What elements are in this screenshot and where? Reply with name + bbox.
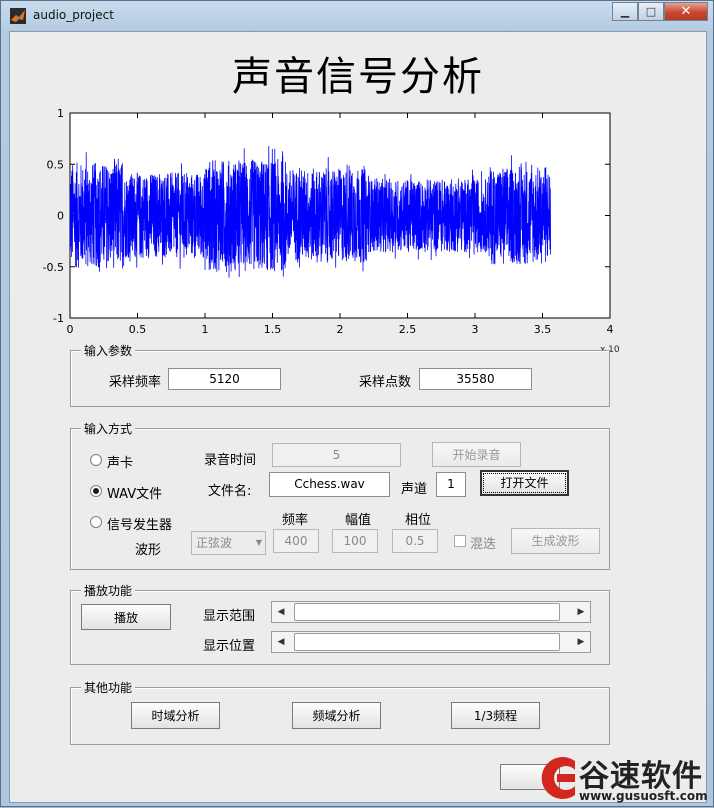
title-bar[interactable]: audio_project ▁ □ ✕ <box>1 1 713 29</box>
chevron-down-icon: ▼ <box>255 538 262 547</box>
other-functions-panel: 其他功能 时域分析 频域分析 1/3频程 <box>70 679 610 745</box>
radio-signal-generator[interactable] <box>90 516 102 528</box>
octave-analysis-button[interactable]: 1/3频程 <box>451 702 540 729</box>
mix-checkbox[interactable] <box>454 535 466 547</box>
x-tick-label: 1.5 <box>264 323 282 336</box>
display-position-thumb[interactable] <box>294 633 560 651</box>
play-button[interactable]: 播放 <box>81 604 171 630</box>
display-range-thumb[interactable] <box>294 603 560 621</box>
display-position-label: 显示位置 <box>203 639 256 654</box>
scroll-left-icon[interactable]: ◀ <box>274 602 288 622</box>
time-domain-analysis-button[interactable]: 时域分析 <box>131 702 220 729</box>
x-tick-label: 0 <box>67 323 74 336</box>
x-tick-label: 2 <box>337 323 344 336</box>
x-tick-label: 4 <box>607 323 614 336</box>
watermark-url: www.gusuosft.com <box>579 789 708 803</box>
open-file-button[interactable]: 打开文件 <box>480 470 569 496</box>
sample-points-field[interactable]: 35580 <box>419 368 532 390</box>
playback-panel: 播放功能 播放 显示范围 ◀ ▶ 显示位置 ◀ ▶ <box>70 582 610 665</box>
y-tick-label: 0.5 <box>47 158 65 171</box>
record-time-label: 录音时间 <box>204 453 257 468</box>
waveform-chart: WAVE 00.511.522.533.5410.50-0.5-1 x 10⁴ <box>43 107 620 352</box>
phase-label: 相位 <box>405 513 432 528</box>
close-icon: ✕ <box>680 4 692 19</box>
display-range-slider[interactable]: ◀ ▶ <box>271 601 591 623</box>
filename-label: 文件名: <box>208 484 252 499</box>
x-tick-label: 3.5 <box>534 323 552 336</box>
option-sound-card-label: 声卡 <box>107 456 134 471</box>
sample-rate-field[interactable]: 5120 <box>168 368 281 390</box>
maximize-button[interactable]: □ <box>638 2 664 21</box>
gusu-logo-icon <box>541 757 575 799</box>
waveform-label: 波形 <box>135 543 162 558</box>
y-tick-label: 0 <box>57 210 64 223</box>
y-tick-label: -0.5 <box>43 261 64 274</box>
matlab-icon <box>10 8 26 24</box>
chart-title: WAVE <box>324 107 356 110</box>
channel-field[interactable]: 1 <box>436 472 466 497</box>
radio-sound-card[interactable] <box>90 454 102 466</box>
option-wav-file-label: WAV文件 <box>107 487 163 502</box>
input-params-legend: 输入参数 <box>81 342 136 359</box>
record-time-field[interactable]: 5 <box>272 443 401 467</box>
display-position-slider[interactable]: ◀ ▶ <box>271 631 591 653</box>
input-mode-panel: 输入方式 声卡 WAV文件 信号发生器 录音时间 5 开始录音 文件名: Cch… <box>70 420 610 570</box>
phase-field[interactable]: 0.5 <box>392 529 438 553</box>
sample-points-label: 采样点数 <box>359 375 412 390</box>
input-mode-legend: 输入方式 <box>81 420 136 437</box>
minimize-button[interactable]: ▁ <box>612 2 638 21</box>
window-title: audio_project <box>33 8 114 22</box>
x-tick-label: 1 <box>202 323 209 336</box>
x-tick-label: 2.5 <box>399 323 417 336</box>
close-button[interactable]: ✕ <box>664 2 708 21</box>
input-params-panel: 输入参数 采样频率 5120 采样点数 35580 <box>70 342 610 407</box>
other-functions-legend: 其他功能 <box>81 679 136 696</box>
maximize-icon: □ <box>645 5 657 18</box>
mix-label: 混迭 <box>470 537 497 552</box>
option-signal-generator-label: 信号发生器 <box>107 518 173 533</box>
start-record-button[interactable]: 开始录音 <box>432 442 521 467</box>
amplitude-label: 幅值 <box>345 513 372 528</box>
x-tick-label: 3 <box>472 323 479 336</box>
y-tick-label: -1 <box>53 312 64 325</box>
y-tick-label: 1 <box>57 107 64 120</box>
freq-domain-analysis-button[interactable]: 频域分析 <box>292 702 381 729</box>
scroll-left-icon[interactable]: ◀ <box>274 632 288 652</box>
scroll-right-icon[interactable]: ▶ <box>574 632 588 652</box>
radio-wav-file[interactable] <box>90 485 102 497</box>
channel-label: 声道 <box>401 482 428 497</box>
waveform-select-value: 正弦波 <box>196 536 233 550</box>
generate-waveform-button[interactable]: 生成波形 <box>511 528 600 554</box>
watermark-logo: 谷速软件 www.gusuosft.com <box>531 751 714 808</box>
filename-field[interactable]: Cchess.wav <box>269 472 390 497</box>
sample-rate-label: 采样频率 <box>109 375 162 390</box>
figure-client-area: 声音信号分析 WAVE 0 0.5 1 1.5 2 2.5 3 3.5 4 1 0.5 0 -0.5 -1… <box>9 31 707 803</box>
amplitude-field[interactable]: 100 <box>332 529 378 553</box>
scroll-right-icon[interactable]: ▶ <box>574 602 588 622</box>
page-title: 声音信号分析 <box>232 54 484 100</box>
app-window: audio_project ▁ □ ✕ 声音信号分析 WAVE 0 0.5 1 1.5… <box>0 0 714 807</box>
x-tick-label: 0.5 <box>129 323 147 336</box>
playback-legend: 播放功能 <box>81 582 136 599</box>
minimize-icon: ▁ <box>620 5 630 18</box>
freq-field[interactable]: 400 <box>273 529 319 553</box>
display-range-label: 显示范围 <box>203 609 256 624</box>
freq-label: 频率 <box>282 513 309 528</box>
waveform-select[interactable]: 正弦波 ▼ <box>191 531 266 555</box>
